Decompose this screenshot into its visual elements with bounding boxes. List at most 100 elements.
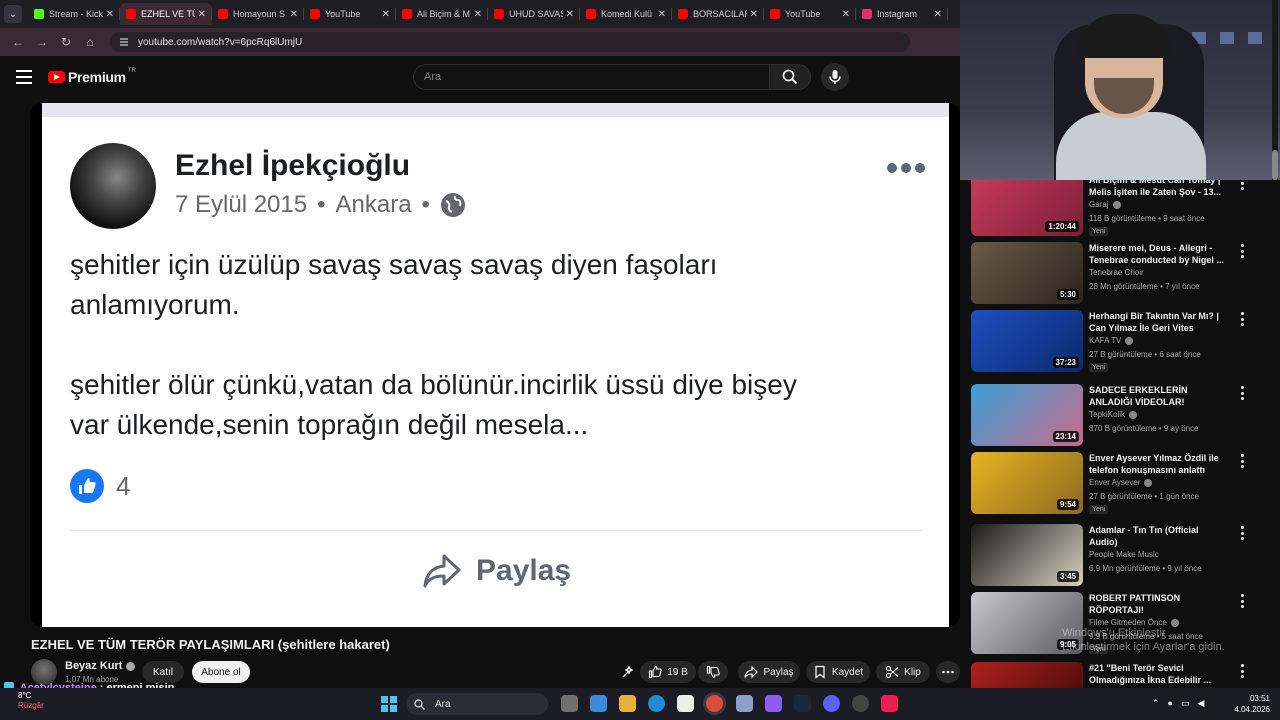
browser-tab[interactable]: Ali Biçim & M ✕ bbox=[396, 3, 488, 25]
recommended-video[interactable]: #21 "Beni Terör Sevici Olmadığınıza İkna… bbox=[971, 662, 1251, 688]
like-button[interactable]: 19 B bbox=[640, 661, 696, 683]
tab-search-button[interactable]: ⌄ bbox=[4, 5, 22, 23]
steam-icon[interactable] bbox=[794, 695, 811, 712]
close-tab-icon[interactable]: ✕ bbox=[106, 9, 114, 20]
tray-chevron-icon[interactable]: ⌃ bbox=[1152, 698, 1160, 709]
microphone-tray-icon[interactable]: ● bbox=[1168, 698, 1173, 709]
save-button[interactable]: Kaydet bbox=[806, 661, 870, 683]
app-icon[interactable] bbox=[765, 695, 782, 712]
browser-tab[interactable]: Homayoun S ✕ bbox=[212, 3, 304, 25]
more-vertical-icon[interactable] bbox=[1241, 526, 1245, 540]
chrome-icon[interactable] bbox=[706, 695, 723, 712]
recommended-video[interactable]: 3:45 Adamlar - Tın Tın (Official Audio) Pe… bbox=[971, 524, 1251, 586]
recommended-video[interactable]: 1:20:44 Ali Biçim & Mesut Can Tomay | Mel… bbox=[971, 180, 1251, 236]
edge-icon[interactable] bbox=[648, 695, 665, 712]
recommended-channel[interactable]: Tenebrae Choir bbox=[1089, 268, 1144, 277]
forward-icon[interactable]: → bbox=[32, 32, 52, 52]
channel-name[interactable]: Beyaz Kurt bbox=[65, 660, 136, 672]
clip-button[interactable]: Klip bbox=[876, 661, 930, 683]
tiktok-icon[interactable] bbox=[881, 695, 898, 712]
display-tray-icon[interactable]: ▭ bbox=[1181, 698, 1190, 709]
taskbar-clock[interactable]: 03:51 4.04.2026 bbox=[1226, 693, 1270, 715]
recommended-video[interactable]: 23:14 SADECE ERKEKLERİN ANLADIĞI VİDEOLAR… bbox=[971, 384, 1251, 446]
recommended-channel[interactable]: Enver Aysever bbox=[1089, 478, 1153, 487]
subscribe-button[interactable]: Abone ol bbox=[192, 661, 250, 683]
close-tab-icon[interactable]: ✕ bbox=[474, 9, 482, 20]
recommended-channel[interactable]: KAFA TV bbox=[1089, 336, 1134, 345]
recommended-title[interactable]: #21 "Beni Terör Sevici Olmadığınıza İkna… bbox=[1089, 662, 1229, 686]
close-tab-icon[interactable]: ✕ bbox=[842, 9, 850, 20]
sidebar-scrollbar[interactable] bbox=[1272, 0, 1278, 180]
browser-tab[interactable]: BORSACILAR ✕ bbox=[672, 3, 764, 25]
recommended-video[interactable]: 5:30 Miserere mei, Deus - Allegri - Teneb… bbox=[971, 242, 1251, 304]
search-input[interactable]: Ara bbox=[413, 64, 770, 90]
recommended-title[interactable]: Miserere mei, Deus - Allegri - Tenebrae … bbox=[1089, 242, 1229, 266]
share-button[interactable]: Paylaş bbox=[738, 661, 800, 683]
dislike-button[interactable] bbox=[698, 661, 728, 683]
close-tab-icon[interactable]: ✕ bbox=[566, 9, 574, 20]
store-icon[interactable] bbox=[677, 695, 694, 712]
video-thumbnail[interactable] bbox=[971, 662, 1083, 688]
magic-extension-icon[interactable] bbox=[618, 661, 638, 683]
more-vertical-icon[interactable] bbox=[1241, 312, 1245, 326]
youtube-logo[interactable]: Premium TR bbox=[48, 68, 136, 85]
recommended-channel[interactable]: People Make Music bbox=[1089, 550, 1159, 559]
recommended-video[interactable]: 9:54 Enver Aysever Yılmaz Özdil ile telef… bbox=[971, 452, 1251, 514]
join-button[interactable]: Katıl bbox=[142, 661, 184, 683]
close-tab-icon[interactable]: ✕ bbox=[290, 9, 298, 20]
recommended-title[interactable]: Herhangi Bir Takıntın Var Mı? | Can Yılm… bbox=[1089, 310, 1229, 334]
browser-tab[interactable]: EZHEL VE TÜ ✕ bbox=[120, 3, 212, 25]
more-vertical-icon[interactable] bbox=[1241, 180, 1245, 190]
recommended-channel[interactable]: TepkiKolik bbox=[1089, 410, 1138, 419]
recommended-title[interactable]: Ali Biçim & Mesut Can Tomay | Melis İşit… bbox=[1089, 180, 1229, 198]
more-vertical-icon[interactable] bbox=[1241, 454, 1245, 468]
more-vertical-icon[interactable] bbox=[1241, 664, 1245, 678]
voice-search-button[interactable] bbox=[821, 63, 849, 91]
video-thumbnail[interactable]: 5:30 bbox=[971, 242, 1083, 304]
settings-icon[interactable] bbox=[736, 695, 753, 712]
task-view-icon[interactable] bbox=[561, 695, 578, 712]
recommended-channel[interactable]: Garaj bbox=[1089, 200, 1121, 209]
windows-start-icon[interactable] bbox=[381, 696, 397, 712]
file-explorer-icon[interactable] bbox=[619, 695, 636, 712]
video-player[interactable]: Ezhel İpekçioğlu 7 Eylül 2015 • Ankara •… bbox=[30, 103, 960, 627]
video-thumbnail[interactable]: 9:54 bbox=[971, 452, 1083, 514]
volume-icon[interactable]: ◀ bbox=[1198, 698, 1205, 709]
widgets-icon[interactable] bbox=[590, 695, 607, 712]
close-tab-icon[interactable]: ✕ bbox=[198, 9, 206, 20]
recommended-video[interactable]: 37:23 Herhangi Bir Takıntın Var Mı? | Can… bbox=[971, 310, 1251, 372]
video-thumbnail[interactable]: 37:23 bbox=[971, 310, 1083, 372]
video-thumbnail[interactable]: 3:45 bbox=[971, 524, 1083, 586]
more-actions-button[interactable] bbox=[936, 661, 960, 683]
browser-tab[interactable]: YouTube ✕ bbox=[764, 3, 856, 25]
more-vertical-icon[interactable] bbox=[1241, 244, 1245, 258]
recommended-title[interactable]: Adamlar - Tın Tın (Official Audio) bbox=[1089, 524, 1229, 548]
close-tab-icon[interactable]: ✕ bbox=[934, 9, 942, 20]
more-vertical-icon[interactable] bbox=[1241, 594, 1245, 608]
search-button[interactable] bbox=[769, 64, 811, 90]
recommended-title[interactable]: SADECE ERKEKLERİN ANLADIĞI VİDEOLAR! bbox=[1089, 384, 1229, 408]
close-tab-icon[interactable]: ✕ bbox=[382, 9, 390, 20]
browser-tab[interactable]: Instagram ✕ bbox=[856, 3, 948, 25]
obs-icon[interactable] bbox=[852, 695, 869, 712]
browser-tab[interactable]: UHUD SAVAŞ ✕ bbox=[488, 3, 580, 25]
browser-tab[interactable]: YouTube ✕ bbox=[304, 3, 396, 25]
recommended-title[interactable]: ROBERT PATTINSON RÖPORTAJI! bbox=[1089, 592, 1229, 616]
url-bar[interactable]: youtube.com/watch?v=6pcRq6lUmjU bbox=[110, 32, 910, 52]
browser-tab[interactable]: Komedi Kulü ✕ bbox=[580, 3, 672, 25]
video-thumbnail[interactable]: 23:14 bbox=[971, 384, 1083, 446]
site-settings-icon[interactable] bbox=[118, 36, 130, 48]
video-thumbnail[interactable]: 1:20:44 bbox=[971, 180, 1083, 236]
close-tab-icon[interactable]: ✕ bbox=[750, 9, 758, 20]
more-vertical-icon[interactable] bbox=[1241, 386, 1245, 400]
weather-widget[interactable]: 8°C Rüzgâr bbox=[18, 691, 44, 711]
home-icon[interactable]: ⌂ bbox=[80, 32, 100, 52]
taskbar-search[interactable]: Ara bbox=[406, 693, 548, 715]
discord-icon[interactable] bbox=[823, 695, 840, 712]
reload-icon[interactable]: ↻ bbox=[56, 32, 76, 52]
browser-tab[interactable]: Stream - Kick ✕ bbox=[28, 3, 120, 25]
back-icon[interactable]: ← bbox=[8, 32, 28, 52]
close-tab-icon[interactable]: ✕ bbox=[658, 9, 666, 20]
recommended-title[interactable]: Enver Aysever Yılmaz Özdil ile telefon k… bbox=[1089, 452, 1229, 476]
menu-icon[interactable] bbox=[16, 70, 32, 84]
